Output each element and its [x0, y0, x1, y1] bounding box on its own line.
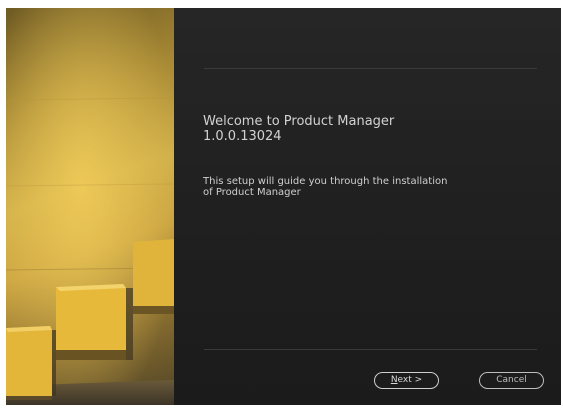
next-mnemonic: N	[390, 375, 398, 385]
description-line-2: of Product Manager	[203, 187, 301, 198]
version-number: 1.0.0.13024	[203, 129, 282, 144]
installer-window: Welcome to Product Manager 1.0.0.13024 T…	[6, 8, 561, 405]
hero-illustration	[6, 8, 174, 405]
cancel-button[interactable]: Cancel	[479, 372, 544, 389]
hero-image	[6, 8, 174, 405]
top-divider	[204, 68, 537, 69]
next-label-rest: ext >	[397, 375, 423, 385]
bottom-divider	[204, 349, 537, 350]
welcome-title: Welcome to Product Manager	[203, 114, 395, 129]
description-line-1: This setup will guide you through the in…	[203, 176, 448, 187]
setup-description: This setup will guide you through the in…	[203, 176, 503, 198]
content-panel: Welcome to Product Manager 1.0.0.13024 T…	[174, 8, 561, 405]
next-button[interactable]: Next >	[374, 372, 439, 389]
